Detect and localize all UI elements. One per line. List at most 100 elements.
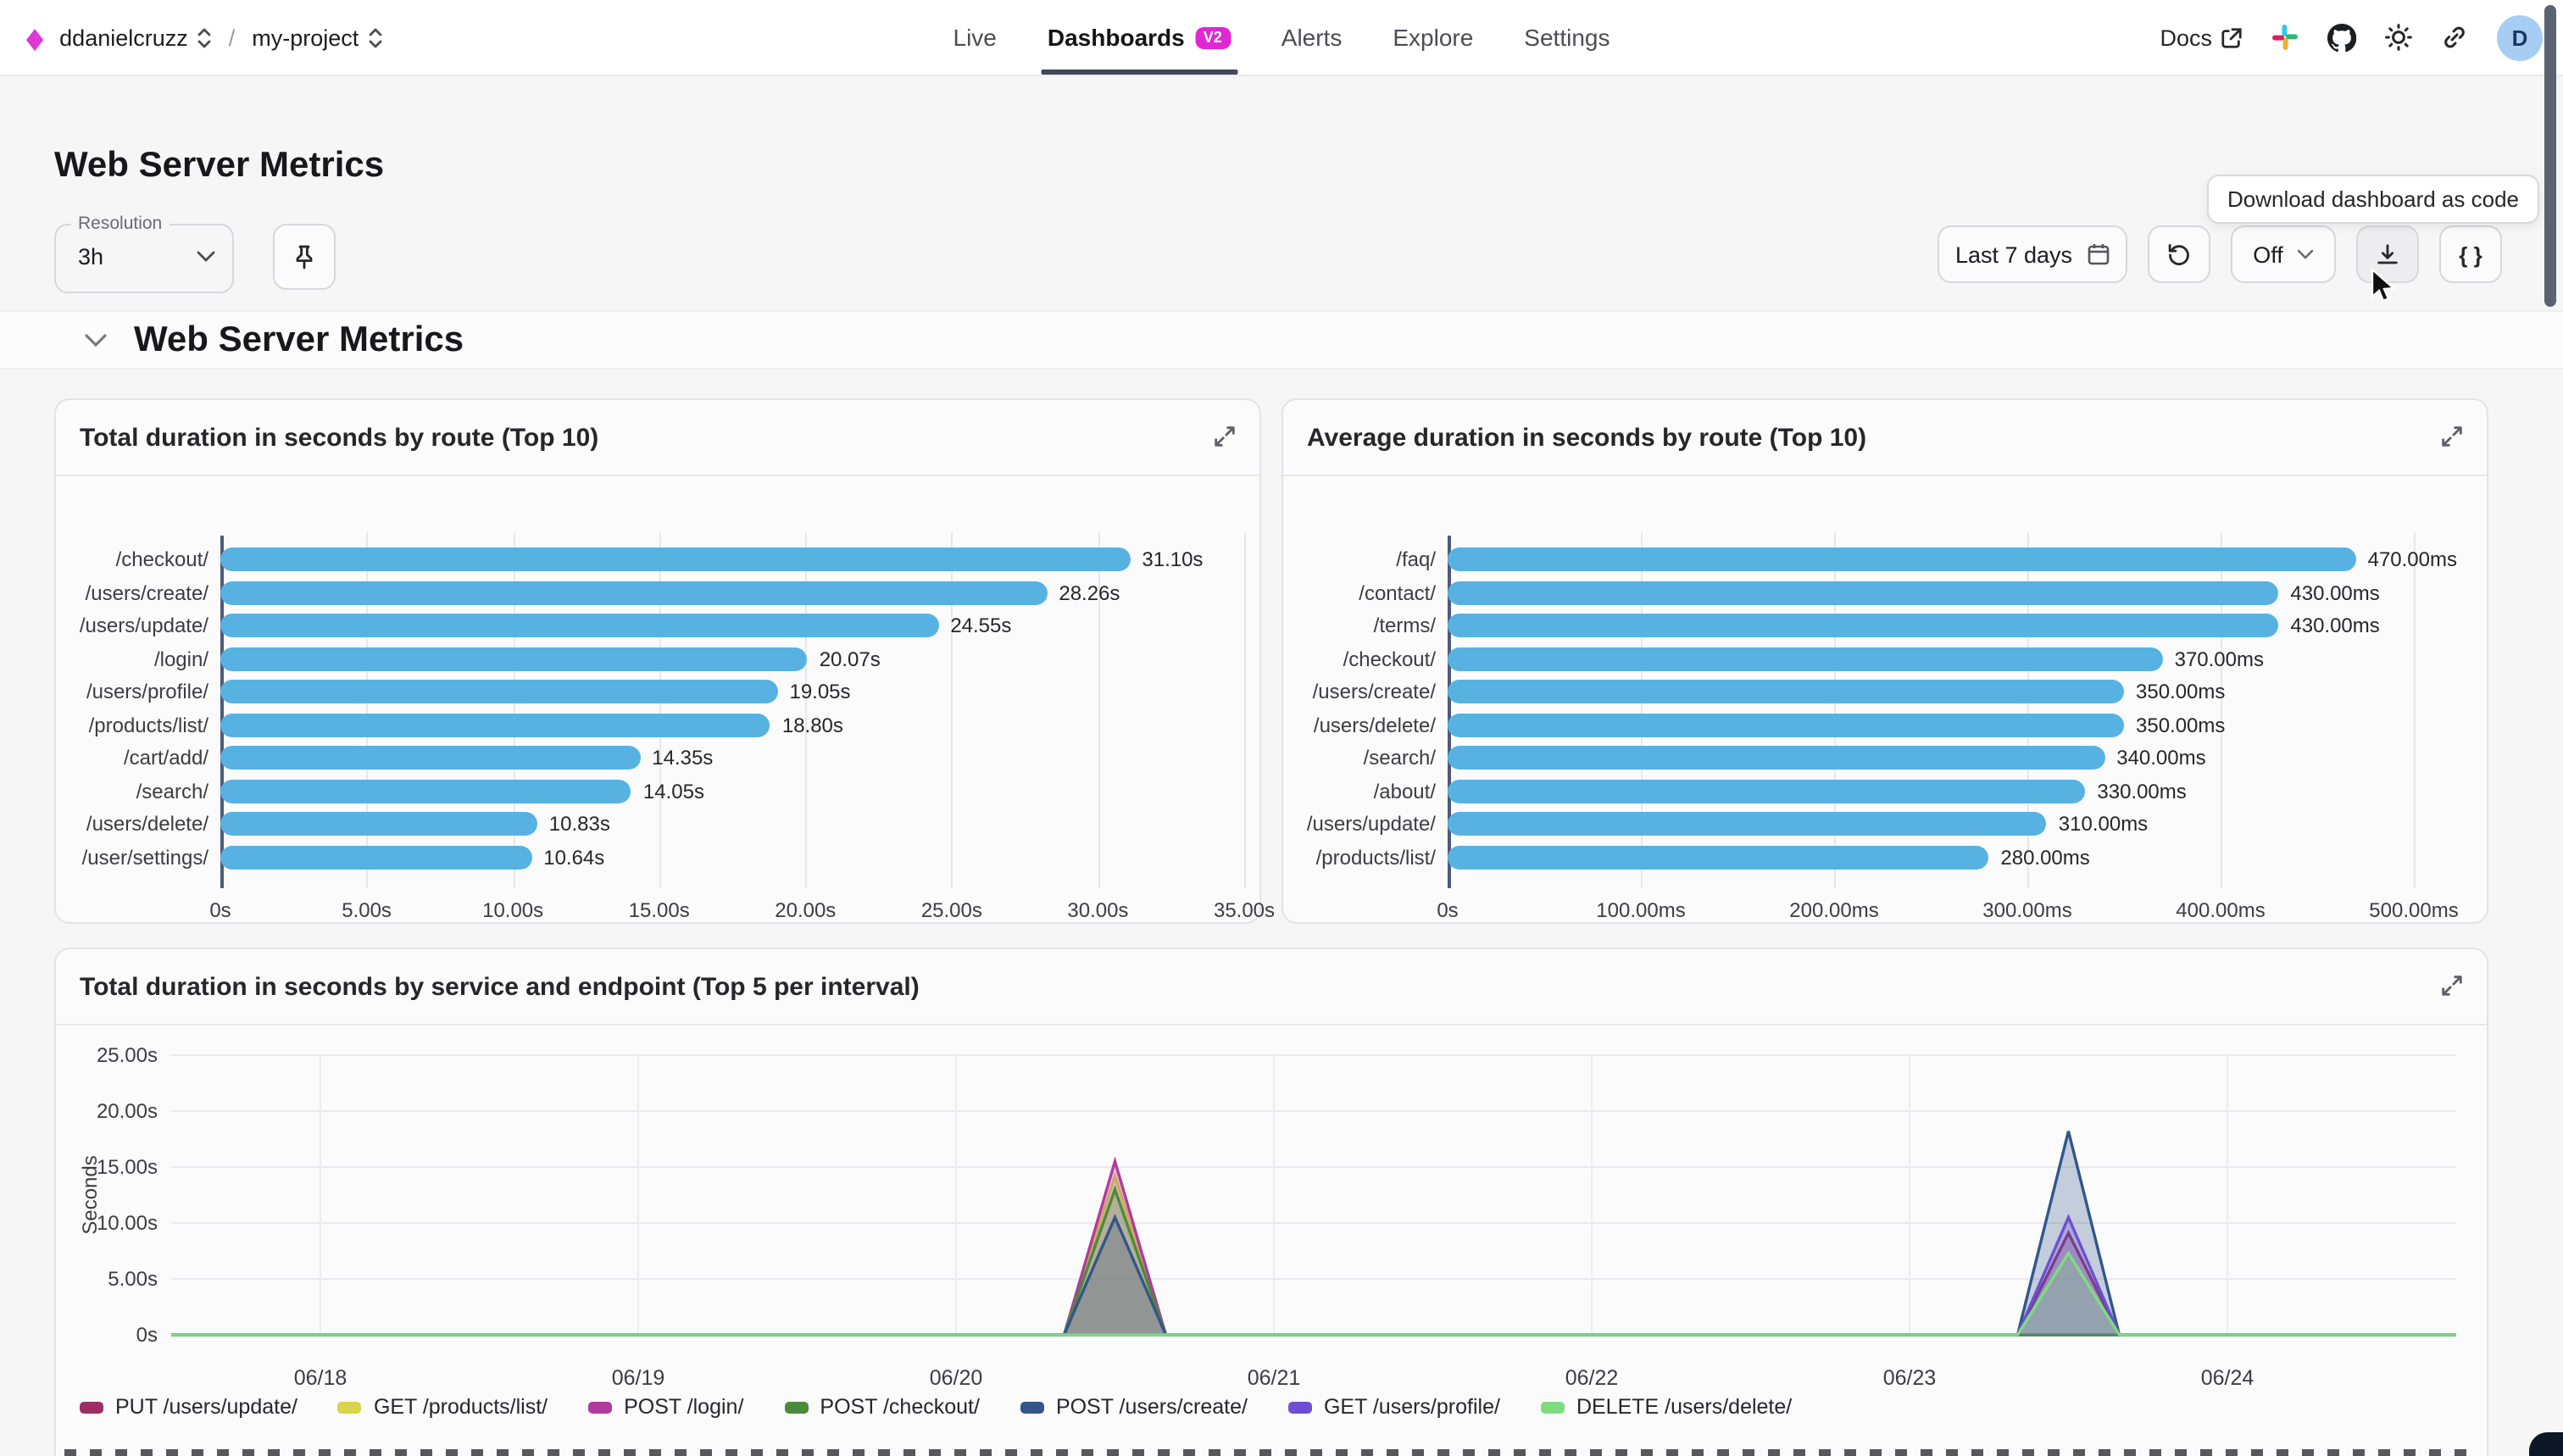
bar[interactable]: [1448, 614, 2278, 637]
refresh-button[interactable]: [2148, 225, 2210, 283]
bar[interactable]: [1448, 680, 2124, 703]
legend-swatch: [80, 1401, 103, 1413]
logfire-logo-icon[interactable]: ◆: [26, 23, 43, 52]
bar[interactable]: [220, 746, 640, 770]
bar-value-label: 19.05s: [789, 680, 850, 703]
x-tick-label: 400.00ms: [2176, 898, 2265, 922]
time-range-button[interactable]: Last 7 days: [1938, 225, 2127, 283]
bar-category-label: /search/: [1283, 746, 1436, 770]
legend-swatch: [338, 1401, 362, 1413]
x-tick-label: 30.00s: [1067, 898, 1128, 922]
bar[interactable]: [1448, 547, 2356, 571]
bar-value-label: 470.00ms: [2368, 547, 2457, 571]
bar-category-label: /users/delete/: [1283, 713, 1436, 736]
bar[interactable]: [220, 812, 537, 836]
legend-item[interactable]: PUT /users/update/: [80, 1395, 297, 1419]
sun-icon[interactable]: [2385, 24, 2412, 51]
tab-label: Explore: [1393, 24, 1473, 51]
panel-header: Total duration in seconds by service and…: [56, 949, 2487, 1025]
legend-item[interactable]: POST /login/: [588, 1395, 743, 1419]
tab-live[interactable]: Live: [953, 0, 997, 75]
bar-category-label: /users/profile/: [56, 680, 208, 703]
legend-item[interactable]: DELETE /users/delete/: [1541, 1395, 1792, 1419]
tab-label: Dashboards: [1048, 24, 1185, 51]
bar-category-label: /checkout/: [56, 547, 208, 571]
scrollbar-thumb[interactable]: [2544, 5, 2556, 307]
page-title: Web Server Metrics: [54, 146, 384, 186]
section-collapse-button[interactable]: [85, 333, 107, 347]
tab-dashboards[interactable]: DashboardsV2: [1048, 0, 1231, 75]
slack-icon[interactable]: [2271, 24, 2299, 51]
tab-alerts[interactable]: Alerts: [1282, 0, 1343, 75]
bar[interactable]: [1448, 746, 2104, 770]
y-tick-label: 5.00s: [108, 1268, 158, 1291]
bar[interactable]: [220, 779, 631, 803]
bar[interactable]: [220, 680, 777, 703]
y-tick-label: 20.00s: [97, 1100, 158, 1123]
bar-value-label: 14.05s: [643, 779, 704, 803]
corner-widget[interactable]: [2529, 1432, 2563, 1456]
bar-category-label: /users/update/: [56, 614, 208, 637]
legend-label: PUT /users/update/: [115, 1395, 297, 1419]
bar-category-label: /cart/add/: [56, 746, 208, 770]
user-avatar[interactable]: D: [2497, 14, 2543, 60]
github-icon[interactable]: [2327, 23, 2356, 52]
resolution-label: Resolution: [71, 214, 169, 234]
bar[interactable]: [1448, 581, 2278, 604]
bar-value-label: 10.83s: [549, 812, 610, 836]
tab-settings[interactable]: Settings: [1524, 0, 1610, 75]
legend-label: POST /login/: [624, 1395, 743, 1419]
bar[interactable]: [1448, 713, 2124, 736]
bar-category-label: /faq/: [1283, 547, 1436, 571]
legend-item[interactable]: GET /users/profile/: [1288, 1395, 1500, 1419]
legend-item[interactable]: GET /products/list/: [338, 1395, 548, 1419]
legend-item[interactable]: POST /users/create/: [1020, 1395, 1248, 1419]
bar[interactable]: [1448, 647, 2163, 670]
bar-category-label: /login/: [56, 647, 208, 670]
x-tick-label: 06/21: [1248, 1366, 1301, 1390]
bar[interactable]: [220, 845, 531, 869]
bar[interactable]: [1448, 812, 2047, 836]
bar-category-label: /users/delete/: [56, 812, 208, 836]
bar[interactable]: [1448, 845, 1988, 869]
bar[interactable]: [220, 614, 938, 637]
expand-icon[interactable]: [2439, 424, 2465, 449]
panel-title: Total duration in seconds by route (Top …: [80, 423, 598, 452]
legend-label: POST /checkout/: [820, 1395, 980, 1419]
legend-item[interactable]: POST /checkout/: [784, 1395, 980, 1419]
bar-value-label: 430.00ms: [2290, 581, 2379, 604]
bar-category-label: /products/list/: [1283, 845, 1436, 869]
docs-link[interactable]: Docs: [2160, 25, 2243, 50]
bar[interactable]: [220, 647, 808, 670]
bar[interactable]: [1448, 779, 2085, 803]
clipped-next-row: [64, 1449, 2475, 1456]
legend-label: DELETE /users/delete/: [1576, 1395, 1792, 1419]
bar[interactable]: [220, 581, 1047, 604]
legend-swatch: [1541, 1401, 1565, 1413]
bar[interactable]: [220, 713, 770, 736]
expand-icon[interactable]: [2439, 973, 2465, 998]
bar-value-label: 18.80s: [782, 713, 843, 736]
expand-icon[interactable]: [1212, 424, 1237, 449]
pin-resolution-button[interactable]: [273, 224, 336, 290]
x-tick-label: 06/24: [2201, 1366, 2254, 1390]
download-icon: [2375, 242, 2400, 267]
tab-explore[interactable]: Explore: [1393, 0, 1473, 75]
bar-category-label: /terms/: [1283, 614, 1436, 637]
link-icon[interactable]: [2441, 24, 2468, 51]
resolution-select[interactable]: Resolution 3h: [54, 224, 234, 293]
bar-value-label: 31.10s: [1142, 547, 1203, 571]
dashboard-code-button[interactable]: { }: [2439, 225, 2502, 283]
y-tick-label: 10.00s: [97, 1212, 158, 1235]
bar-category-label: /users/update/: [1283, 812, 1436, 836]
bar-category-label: /users/create/: [1283, 680, 1436, 703]
panel-average-duration-by-route: Average duration in seconds by route (To…: [1282, 398, 2488, 924]
project-selector[interactable]: my-project: [252, 25, 382, 50]
tab-label: Live: [953, 24, 997, 51]
bar[interactable]: [220, 547, 1130, 571]
bar-category-label: /about/: [1283, 779, 1436, 803]
auto-refresh-select[interactable]: Off: [2231, 225, 2336, 283]
org-selector[interactable]: ddanielcruzz: [59, 25, 212, 50]
refresh-icon: [2166, 242, 2192, 267]
x-tick-label: 5.00s: [342, 898, 392, 922]
